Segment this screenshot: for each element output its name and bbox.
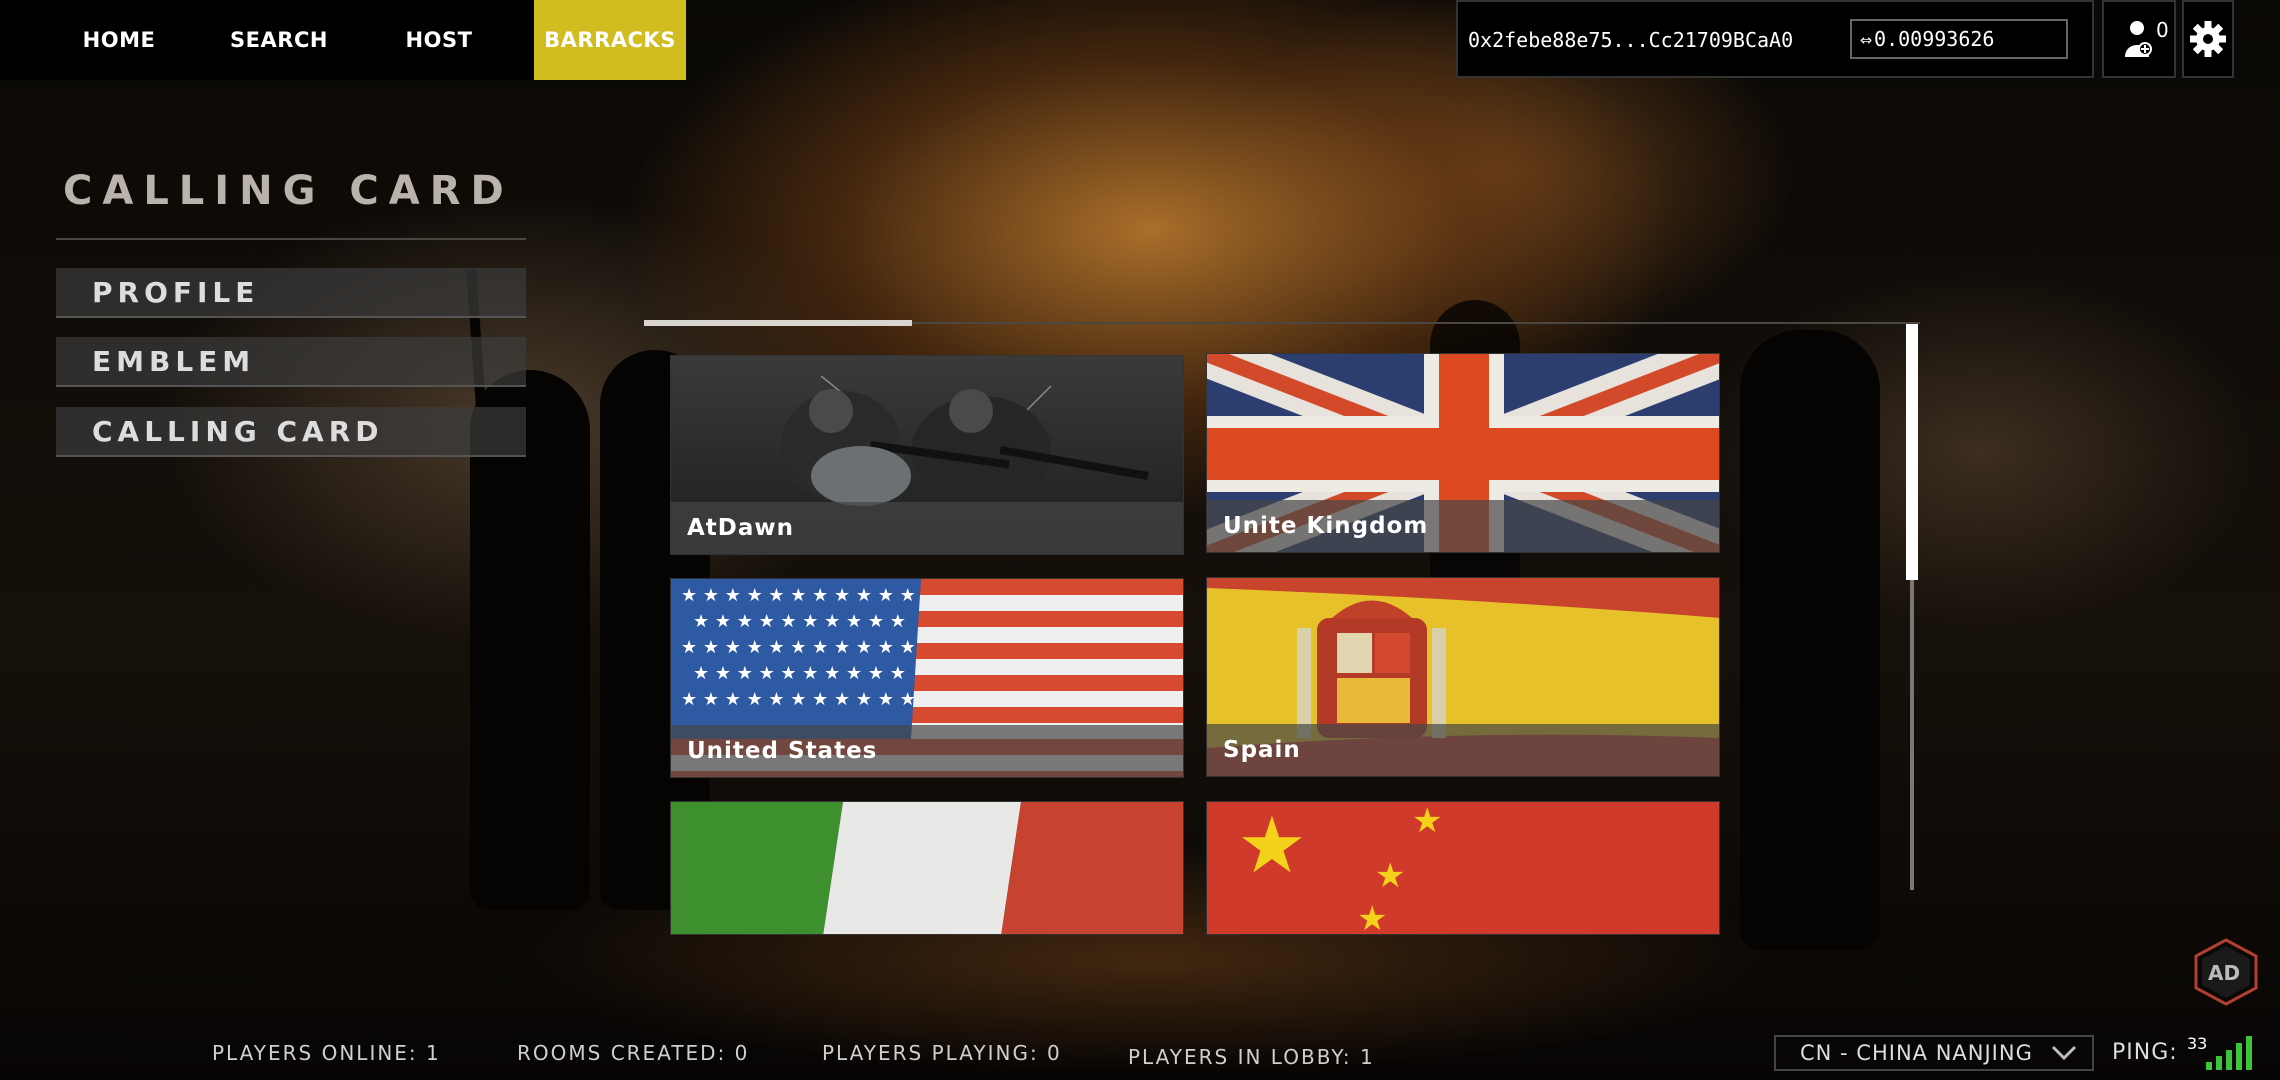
user-add-icon xyxy=(2125,21,2152,57)
players-online-stat: PLAYERS ONLINE: 1 xyxy=(212,1041,441,1065)
menu-profile[interactable]: PROFILE xyxy=(56,268,526,318)
nav-host[interactable]: HOST xyxy=(374,0,504,80)
page-title: CALLING CARD xyxy=(63,168,514,214)
balance-value: 0.00993626 xyxy=(1874,27,1995,51)
nav-search[interactable]: SEARCH xyxy=(184,0,374,80)
svg-text:★ ★ ★ ★ ★ ★ ★ ★ ★ ★ ★: ★ ★ ★ ★ ★ ★ ★ ★ ★ ★ ★ xyxy=(681,637,916,658)
svg-text:★ ★ ★ ★ ★ ★ ★ ★ ★ ★: ★ ★ ★ ★ ★ ★ ★ ★ ★ ★ xyxy=(693,663,906,684)
card-label: AtDawn xyxy=(671,502,1183,554)
region-select[interactable]: CN - CHINA NANJING xyxy=(1774,1035,2094,1071)
chevron-down-icon xyxy=(2051,1045,2076,1061)
top-nav: HOME SEARCH HOST BARRACKS xyxy=(0,0,686,80)
rooms-created-stat: ROOMS CREATED: 0 xyxy=(517,1041,750,1065)
nav-home[interactable]: HOME xyxy=(0,0,184,80)
svg-text:AD: AD xyxy=(2208,961,2240,985)
region-value: CN - CHINA NANJING xyxy=(1800,1041,2033,1065)
transfer-arrows-icon: ⇔ xyxy=(1860,27,1873,51)
card-unite-kingdom[interactable]: Unite Kingdom xyxy=(1206,353,1720,553)
card-spain[interactable]: Spain xyxy=(1206,577,1720,777)
svg-text:★: ★ xyxy=(1357,899,1387,935)
wallet-panel: 0x2febe88e75...Cc21709BCaA0 ⇔ 0.00993626 xyxy=(1456,0,2094,78)
balance-display[interactable]: ⇔ 0.00993626 xyxy=(1850,19,2068,59)
soldier-silhouette xyxy=(1740,330,1880,950)
players-in-lobby-stat: PLAYERS IN LOBBY: 1 xyxy=(1128,1045,1375,1069)
svg-text:★ ★ ★ ★ ★ ★ ★ ★ ★ ★: ★ ★ ★ ★ ★ ★ ★ ★ ★ ★ xyxy=(693,611,906,632)
friends-button[interactable]: 0 xyxy=(2102,0,2176,78)
card-label: Spain xyxy=(1207,724,1719,776)
menu-emblem[interactable]: EMBLEM xyxy=(56,337,526,387)
signal-strength-icon xyxy=(2206,1036,2252,1070)
card-label: Unite Kingdom xyxy=(1207,500,1719,552)
card-atdawn[interactable]: AtDawn xyxy=(670,355,1184,555)
friends-count: 0 xyxy=(2156,18,2169,42)
vertical-scroll-thumb[interactable] xyxy=(1906,324,1918,580)
svg-text:★: ★ xyxy=(1375,856,1405,896)
card-china[interactable]: ★ ★ ★ ★ xyxy=(1206,801,1720,935)
menu-calling-card[interactable]: CALLING CARD xyxy=(56,407,526,457)
nav-barracks[interactable]: BARRACKS xyxy=(534,0,686,80)
ping-label: PING: xyxy=(2112,1040,2178,1065)
svg-text:★ ★ ★ ★ ★ ★ ★ ★ ★ ★ ★: ★ ★ ★ ★ ★ ★ ★ ★ ★ ★ ★ xyxy=(681,585,916,606)
italy-flag-artwork xyxy=(671,802,1183,934)
settings-button[interactable] xyxy=(2182,0,2234,78)
gear-icon xyxy=(2190,21,2226,57)
players-playing-stat: PLAYERS PLAYING: 0 xyxy=(822,1041,1062,1065)
svg-text:★: ★ xyxy=(1237,802,1307,891)
ad-logo-icon: AD xyxy=(2194,938,2258,1006)
ping-value: 33 xyxy=(2187,1034,2208,1053)
card-label: United States xyxy=(671,725,1183,777)
card-italy[interactable] xyxy=(670,801,1184,935)
china-flag-artwork: ★ ★ ★ ★ xyxy=(1207,802,1719,935)
svg-text:★ ★ ★ ★ ★ ★ ★ ★ ★ ★ ★: ★ ★ ★ ★ ★ ★ ★ ★ ★ ★ ★ xyxy=(681,689,916,710)
horizontal-scroll-thumb[interactable] xyxy=(644,320,912,326)
svg-text:★: ★ xyxy=(1412,802,1442,841)
title-divider xyxy=(56,238,526,240)
wallet-address[interactable]: 0x2febe88e75...Cc21709BCaA0 xyxy=(1468,28,1793,52)
card-united-states[interactable]: ★ ★ ★ ★ ★ ★ ★ ★ ★ ★ ★ ★ ★ ★ ★ ★ ★ ★ ★ ★ … xyxy=(670,578,1184,778)
